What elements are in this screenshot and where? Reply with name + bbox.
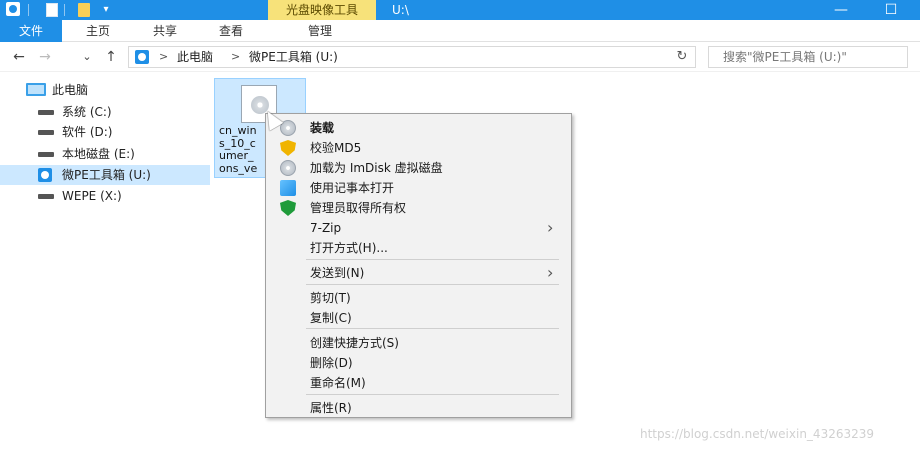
- tab-view[interactable]: 查看: [204, 20, 258, 42]
- disc-drive-icon: [135, 50, 149, 64]
- maximize-button[interactable]: ☐: [868, 0, 914, 20]
- nav-item-this-pc[interactable]: 此电脑: [0, 80, 210, 100]
- tab-share[interactable]: 共享: [138, 20, 192, 42]
- menu-item-send-to[interactable]: 发送到(N) ›: [266, 263, 571, 283]
- disc-drive-icon: [38, 168, 52, 182]
- nav-item-drive-e[interactable]: 本地磁盘 (E:): [0, 144, 210, 164]
- notepad-icon: [280, 180, 296, 196]
- title-separator: [64, 4, 65, 16]
- refresh-icon[interactable]: ↻: [672, 47, 692, 67]
- menu-item-cut[interactable]: 剪切(T): [266, 288, 571, 308]
- submenu-arrow-icon: ›: [547, 218, 554, 237]
- menu-item-delete[interactable]: 删除(D): [266, 353, 571, 373]
- breadcrumb-current-drive[interactable]: 微PE工具箱 (U:): [249, 49, 338, 65]
- submenu-arrow-icon: ›: [547, 263, 554, 282]
- nav-item-label: 微PE工具箱 (U:): [62, 168, 151, 182]
- tab-home[interactable]: 主页: [70, 20, 126, 42]
- breadcrumb-chevron-icon[interactable]: >: [231, 49, 240, 65]
- menu-item-7zip[interactable]: 7-Zip ›: [266, 218, 571, 238]
- menu-item-label: 使用记事本打开: [310, 181, 395, 195]
- pc-icon: [26, 83, 46, 96]
- shield-green-icon: [280, 200, 296, 216]
- navigation-pane: 此电脑 系统 (C:) 软件 (D:) 本地磁盘 (E:) 微PE工具箱 (U:…: [0, 72, 210, 453]
- menu-item-open-with[interactable]: 打开方式(H)...: [266, 238, 571, 258]
- nav-item-label: 本地磁盘 (E:): [62, 147, 135, 161]
- ribbon-tabs: 文件 主页 共享 查看 管理: [0, 20, 920, 42]
- menu-item-label: 重命名(M): [310, 376, 366, 390]
- menu-separator: [306, 328, 559, 329]
- drive-icon: [38, 130, 54, 135]
- address-bar[interactable]: > 此电脑 > 微PE工具箱 (U:): [128, 46, 696, 68]
- nav-item-drive-u[interactable]: 微PE工具箱 (U:): [0, 165, 210, 185]
- menu-item-label: 删除(D): [310, 356, 353, 370]
- menu-item-label: 创建快捷方式(S): [310, 336, 399, 350]
- nav-item-label: WEPE (X:): [62, 189, 122, 203]
- breadcrumb-chevron-icon[interactable]: >: [159, 49, 168, 65]
- nav-item-label: 此电脑: [52, 83, 89, 97]
- minimize-button[interactable]: —: [818, 0, 864, 20]
- address-row: ← → ⌄ ↑ > 此电脑 > 微PE工具箱 (U:) ↻ 搜索"微PE工具箱 …: [0, 42, 920, 72]
- menu-separator: [306, 394, 559, 395]
- menu-item-open-with-notepad[interactable]: 使用记事本打开: [266, 178, 571, 198]
- menu-item-mount[interactable]: 装载: [266, 118, 571, 138]
- menu-item-label: 校验MD5: [310, 141, 362, 155]
- tab-manage[interactable]: 管理: [292, 20, 348, 42]
- context-menu: 装载 校验MD5 加载为 ImDisk 虚拟磁盘 使用记事本打开 管理员取得所有…: [265, 113, 572, 418]
- drive-icon: [38, 110, 54, 115]
- window-title: U:\: [392, 3, 409, 17]
- menu-item-label: 剪切(T): [310, 291, 351, 305]
- quick-access-dropdown-icon[interactable]: ▾: [100, 3, 112, 17]
- title-separator: [28, 4, 29, 16]
- menu-item-copy[interactable]: 复制(C): [266, 308, 571, 328]
- drive-icon: [38, 152, 54, 157]
- menu-item-label: 7-Zip: [310, 221, 342, 235]
- menu-item-imdisk-mount[interactable]: 加载为 ImDisk 虚拟磁盘: [266, 158, 571, 178]
- recent-locations-button[interactable]: ⌄: [78, 48, 96, 66]
- context-tab-disc-image-tools[interactable]: 光盘映像工具: [268, 0, 376, 20]
- shield-yellow-icon: [280, 140, 296, 156]
- menu-item-label: 装载: [310, 121, 335, 135]
- nav-item-drive-d[interactable]: 软件 (D:): [0, 122, 210, 142]
- menu-item-label: 复制(C): [310, 311, 352, 325]
- forward-button[interactable]: →: [36, 48, 54, 66]
- menu-item-label: 打开方式(H)...: [310, 241, 388, 255]
- menu-item-properties[interactable]: 属性(R): [266, 398, 571, 418]
- menu-item-verify-md5[interactable]: 校验MD5: [266, 138, 571, 158]
- menu-item-rename[interactable]: 重命名(M): [266, 373, 571, 393]
- quick-access-properties-icon[interactable]: [46, 3, 58, 17]
- menu-item-label: 管理员取得所有权: [310, 201, 407, 215]
- menu-item-take-ownership[interactable]: 管理员取得所有权: [266, 198, 571, 218]
- menu-separator: [306, 284, 559, 285]
- menu-item-label: 属性(R): [310, 401, 352, 415]
- menu-separator: [306, 259, 559, 260]
- nav-item-drive-c[interactable]: 系统 (C:): [0, 102, 210, 122]
- menu-item-label: 加载为 ImDisk 虚拟磁盘: [310, 161, 443, 175]
- nav-item-label: 软件 (D:): [62, 125, 113, 139]
- tab-file[interactable]: 文件: [0, 20, 62, 42]
- watermark: https://blog.csdn.net/weixin_43263239: [640, 427, 875, 441]
- drive-icon: [38, 194, 54, 199]
- title-bar: ▾ 光盘映像工具 U:\ — ☐: [0, 0, 920, 20]
- app-icon[interactable]: [6, 2, 20, 16]
- quick-access-new-folder-icon[interactable]: [78, 3, 90, 17]
- disc-icon: [280, 160, 296, 176]
- nav-item-drive-x[interactable]: WEPE (X:): [0, 186, 210, 206]
- nav-item-label: 系统 (C:): [62, 105, 112, 119]
- breadcrumb-this-pc[interactable]: 此电脑: [177, 49, 213, 65]
- menu-item-label: 发送到(N): [310, 266, 365, 280]
- back-button[interactable]: ←: [10, 48, 28, 66]
- up-button[interactable]: ↑: [102, 48, 120, 66]
- file-name: cn_win s_10_c umer_ ons_ve: [219, 125, 258, 175]
- search-input[interactable]: 搜索"微PE工具箱 (U:)": [708, 46, 908, 68]
- menu-item-create-shortcut[interactable]: 创建快捷方式(S): [266, 333, 571, 353]
